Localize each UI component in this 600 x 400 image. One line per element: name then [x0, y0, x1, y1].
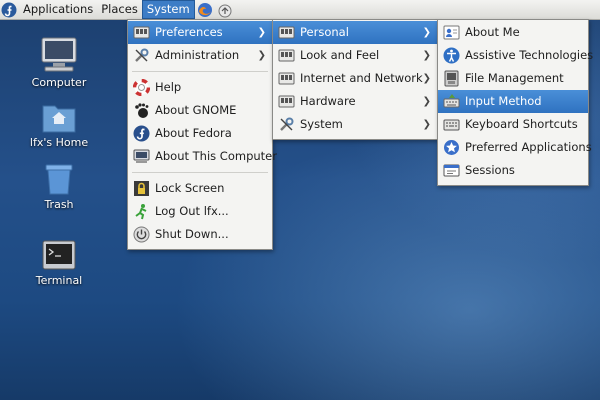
menu-separator: [132, 71, 268, 72]
trash-icon: [45, 164, 73, 195]
computer-icon: [41, 37, 77, 72]
menu-item-label: About GNOME: [155, 103, 237, 117]
submenu-arrow-icon: ❯: [257, 27, 266, 38]
menu-item-label: Lock Screen: [155, 181, 225, 195]
fedora-icon: [133, 125, 150, 142]
menu-item-label: About Fedora: [155, 126, 232, 140]
submenu-arrow-icon: ❯: [257, 50, 266, 61]
keyboard-icon: [443, 119, 460, 131]
top-panel: Applications Places System: [0, 0, 600, 20]
menu-item-internet-network[interactable]: Internet and Network ❯: [273, 67, 437, 90]
menu-item-label: Preferences: [155, 25, 223, 39]
input-method-icon: [443, 94, 460, 108]
menu-item-preferences[interactable]: Preferences ❯: [128, 21, 272, 44]
submenu-arrow-icon: ❯: [422, 50, 431, 61]
logout-icon: [135, 204, 147, 220]
submenu-arrow-icon: ❯: [422, 96, 431, 107]
menu-item-assistive-technologies[interactable]: Assistive Technologies: [438, 44, 593, 67]
menu-item-label: Preferred Applications: [465, 140, 592, 154]
desktop-icon-label: lfx's Home: [29, 136, 89, 149]
menu-item-label: Log Out lfx...: [155, 204, 229, 218]
menu-item-label: Administration: [155, 48, 240, 62]
administration-icon: [135, 48, 149, 62]
menu-item-label: Keyboard Shortcuts: [465, 117, 578, 131]
menu-item-label: Internet and Network: [300, 71, 423, 85]
sessions-icon: [443, 164, 460, 177]
menu-item-about-this-computer[interactable]: About This Computer: [128, 145, 277, 168]
fedora-logo-icon[interactable]: [1, 2, 17, 18]
submenu-arrow-icon: ❯: [422, 73, 431, 84]
look-feel-icon: [278, 49, 295, 62]
desktop-icon-label: Computer: [31, 76, 87, 89]
hardware-icon: [278, 95, 295, 108]
menu-separator: [132, 172, 268, 173]
menu-item-label: Assistive Technologies: [465, 48, 594, 62]
preferred-apps-icon: [444, 140, 459, 155]
menu-item-about-me[interactable]: About Me: [438, 21, 588, 44]
desktop-icon-terminal[interactable]: Terminal: [19, 240, 99, 287]
gnome-foot-icon: [135, 103, 149, 118]
desktop-icon-label: Terminal: [35, 274, 83, 287]
menu-item-sessions[interactable]: Sessions: [438, 159, 588, 182]
menu-item-log-out[interactable]: Log Out lfx...: [128, 200, 272, 223]
accessibility-icon: [443, 47, 460, 64]
desktop-icon-trash[interactable]: Trash: [19, 162, 99, 211]
menu-item-label: Look and Feel: [300, 48, 380, 62]
menu-item-lock-screen[interactable]: Lock Screen: [128, 177, 272, 200]
personal-submenu: About Me Assistive Technologies File Man…: [437, 19, 593, 186]
system-tools-icon: [280, 117, 294, 131]
menu-item-keyboard-shortcuts[interactable]: Keyboard Shortcuts: [438, 113, 588, 136]
menu-item-shut-down[interactable]: Shut Down...: [128, 223, 272, 246]
menu-item-label: File Management: [465, 71, 564, 85]
submenu-arrow-icon: ❯: [422, 119, 431, 130]
menu-item-label: Personal: [300, 25, 349, 39]
home-folder-icon: [42, 105, 76, 133]
applications-menu[interactable]: Applications: [19, 0, 97, 19]
desktop-icon-computer[interactable]: Computer: [19, 36, 99, 89]
lock-icon: [134, 181, 149, 196]
menu-item-look-and-feel[interactable]: Look and Feel ❯: [273, 44, 437, 67]
about-me-icon: [443, 25, 460, 40]
menu-item-label: Help: [155, 80, 182, 94]
menu-item-label: System: [300, 117, 343, 131]
personal-icon: [278, 26, 295, 39]
computer-small-icon: [133, 149, 150, 163]
menu-item-label: Shut Down...: [155, 227, 229, 241]
places-menu[interactable]: Places: [97, 0, 142, 19]
menu-item-personal[interactable]: Personal ❯: [273, 21, 437, 44]
menu-item-label: About This Computer: [155, 149, 277, 163]
menu-item-about-gnome[interactable]: About GNOME: [128, 99, 272, 122]
preferences-icon: [133, 26, 150, 39]
file-management-icon: [444, 70, 459, 87]
menu-item-hardware[interactable]: Hardware ❯: [273, 90, 437, 113]
system-menu[interactable]: System: [141, 0, 195, 19]
menu-item-system[interactable]: System ❯: [273, 113, 437, 136]
menu-item-preferred-applications[interactable]: Preferred Applications: [438, 136, 592, 159]
desktop-icon-home[interactable]: lfx's Home: [19, 100, 99, 149]
help-icon: [133, 79, 150, 96]
menu-item-administration[interactable]: Administration ❯: [128, 44, 272, 67]
firefox-icon[interactable]: [197, 2, 213, 18]
menu-item-about-fedora[interactable]: About Fedora: [128, 122, 272, 145]
menu-item-label: Sessions: [465, 163, 515, 177]
terminal-icon: [42, 240, 76, 270]
menu-item-label: Input Method: [465, 94, 542, 108]
menu-item-file-management[interactable]: File Management: [438, 67, 588, 90]
menu-item-input-method[interactable]: Input Method: [438, 90, 588, 113]
shutdown-icon: [133, 226, 150, 243]
network-icon: [278, 72, 295, 85]
network-notify-icon[interactable]: [217, 2, 233, 18]
system-dropdown-menu: Preferences ❯ Administration ❯ Help Abou…: [127, 19, 277, 250]
menu-item-label: About Me: [465, 25, 520, 39]
menu-item-label: Hardware: [300, 94, 356, 108]
submenu-arrow-icon: ❯: [422, 27, 431, 38]
preferences-submenu: Personal ❯ Look and Feel ❯ Internet and …: [272, 19, 438, 140]
menu-item-help[interactable]: Help: [128, 76, 272, 99]
desktop-icon-label: Trash: [44, 198, 74, 211]
